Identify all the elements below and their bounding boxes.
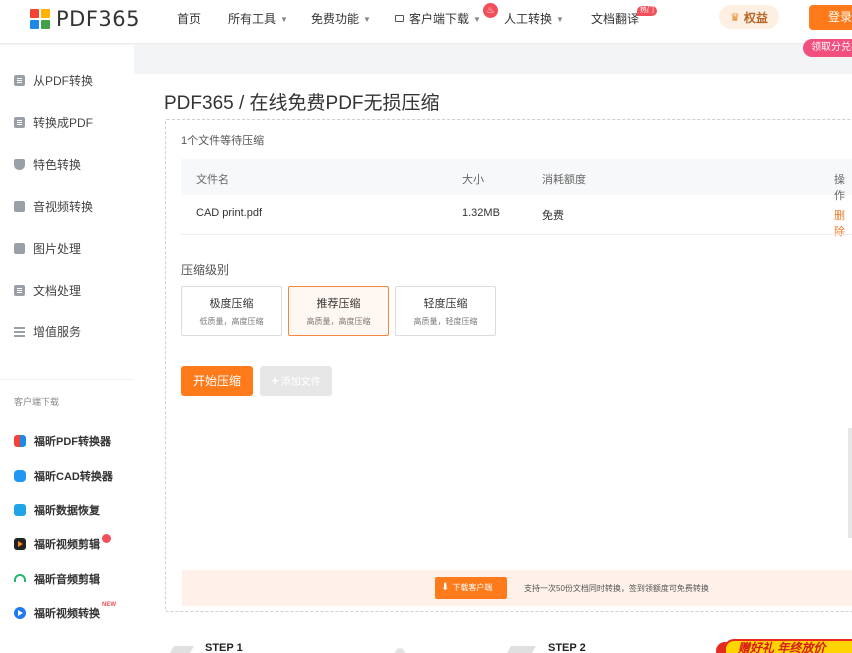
data-recovery-icon <box>14 504 26 516</box>
client-cad-converter[interactable]: 福昕CAD转换器 <box>14 468 113 484</box>
client-caption: 客户端下载 <box>14 397 60 407</box>
sidebar <box>0 45 134 653</box>
nav-home[interactable]: 首页 <box>177 10 201 27</box>
monitor-icon <box>395 15 404 22</box>
file-quota: 免费 <box>542 210 564 222</box>
nav-all-tools[interactable]: 所有工具 ▼ <box>228 10 288 27</box>
chevron-down-icon: ▼ <box>280 15 288 24</box>
table-row-divider <box>181 234 852 235</box>
sidebar-item-image[interactable]: 图片处理 <box>14 240 81 257</box>
column-action: 操作 <box>834 174 845 202</box>
sidebar-item-media[interactable]: 音视频转换 <box>14 198 93 215</box>
nav-client-download[interactable]: 客户端下载 ▼ <box>395 10 481 27</box>
promo-banner[interactable]: 赠好礼 年终放价 <box>716 639 852 653</box>
file-table-header <box>181 159 852 195</box>
sidebar-item-value-added[interactable]: 增值服务 <box>14 323 81 340</box>
download-banner <box>182 570 852 606</box>
top-header: PDF365 首页 所有工具 ▼ 免费功能 ▼ 客户端下载 ▼ ♨ 人工转换 ▼ 文档翻… <box>0 0 852 44</box>
logo-text: PDF365 <box>56 7 140 31</box>
compression-level-label: 压缩级别 <box>181 263 230 277</box>
step-2: STEP 2 <box>548 642 586 653</box>
step-decoration <box>506 646 537 653</box>
logo-mark-icon <box>30 9 50 29</box>
video-editor-icon <box>14 538 26 550</box>
pdf-to-icon <box>14 117 25 128</box>
document-icon <box>14 285 25 296</box>
new-badge: NEW <box>102 602 116 608</box>
step-decoration <box>169 646 195 653</box>
column-quota: 消耗额度 <box>542 174 586 186</box>
media-icon <box>14 201 25 212</box>
hot-dot-icon <box>102 533 111 543</box>
pdf-from-icon <box>14 75 25 86</box>
file-size: 1.32MB <box>462 207 500 219</box>
client-video-converter[interactable]: 福昕视频转换 NEW <box>14 602 116 621</box>
add-file-button[interactable]: + 添加文件 <box>260 366 332 396</box>
chevron-down-icon: ▼ <box>363 15 371 24</box>
chevron-down-icon: ▼ <box>556 15 564 24</box>
scrollbar[interactable] <box>848 428 852 538</box>
nav-doc-translate[interactable]: 文档翻译 <box>591 10 639 27</box>
fire-icon: ♨ <box>483 3 498 18</box>
column-size: 大小 <box>462 174 484 186</box>
gift-tag[interactable]: 领取分兑礼 <box>803 39 852 57</box>
sidebar-item-special[interactable]: 特色转换 <box>14 156 81 173</box>
sidebar-item-from-pdf[interactable]: 从PDF转换 <box>14 72 93 89</box>
start-compress-button[interactable]: 开始压缩 <box>181 366 253 396</box>
download-client-button[interactable]: ⬇ 下载客户端 <box>435 577 507 599</box>
client-pdf-converter[interactable]: 福昕PDF转换器 <box>14 433 111 449</box>
crown-icon: ♛ <box>730 11 740 24</box>
step-decoration <box>395 648 405 653</box>
cad-converter-icon <box>14 470 26 482</box>
promo-text: 赠好礼 年终放价 <box>724 639 852 653</box>
logo[interactable]: PDF365 <box>30 7 140 31</box>
video-converter-icon <box>14 607 26 619</box>
benefits-button[interactable]: ♛ 权益 <box>719 5 779 29</box>
nav-manual-convert[interactable]: 人工转换 ▼ <box>504 10 564 27</box>
sidebar-divider <box>0 379 134 380</box>
banner-text: 支持一次50份文档同时转换，签到领额度可免费转换 <box>524 584 709 593</box>
login-button[interactable]: 登录 <box>809 5 852 30</box>
nav-free-features[interactable]: 免费功能 ▼ <box>311 10 371 27</box>
client-data-recovery[interactable]: 福昕数据恢复 <box>14 502 100 518</box>
image-icon <box>14 243 25 254</box>
client-audio-editor[interactable]: 福昕音频剪辑 <box>14 571 100 587</box>
audio-editor-icon <box>14 574 26 582</box>
list-icon <box>14 326 25 337</box>
hot-badge: 热门 <box>637 6 657 16</box>
step-1: STEP 1 <box>205 642 243 653</box>
chevron-down-icon: ▼ <box>473 15 481 24</box>
file-name: CAD print.pdf <box>196 207 263 219</box>
client-video-editor[interactable]: 福昕视频剪辑 <box>14 533 111 552</box>
download-icon: ⬇ <box>441 582 450 593</box>
level-light[interactable]: 轻度压缩 高质量，轻度压缩 <box>395 286 496 336</box>
column-filename: 文件名 <box>196 174 229 186</box>
shield-icon <box>14 159 25 170</box>
sidebar-item-document[interactable]: 文档处理 <box>14 282 81 299</box>
plus-icon: + <box>271 373 279 388</box>
level-recommended[interactable]: 推荐压缩 高质量，高度压缩 <box>288 286 389 336</box>
pdf-converter-icon <box>14 435 26 447</box>
sidebar-item-to-pdf[interactable]: 转换成PDF <box>14 114 93 131</box>
page-title: PDF365 / 在线免费PDF无损压缩 <box>164 93 440 114</box>
waiting-status: 1个文件等待压缩 <box>181 135 265 147</box>
level-extreme[interactable]: 极度压缩 低质量，高度压缩 <box>181 286 282 336</box>
